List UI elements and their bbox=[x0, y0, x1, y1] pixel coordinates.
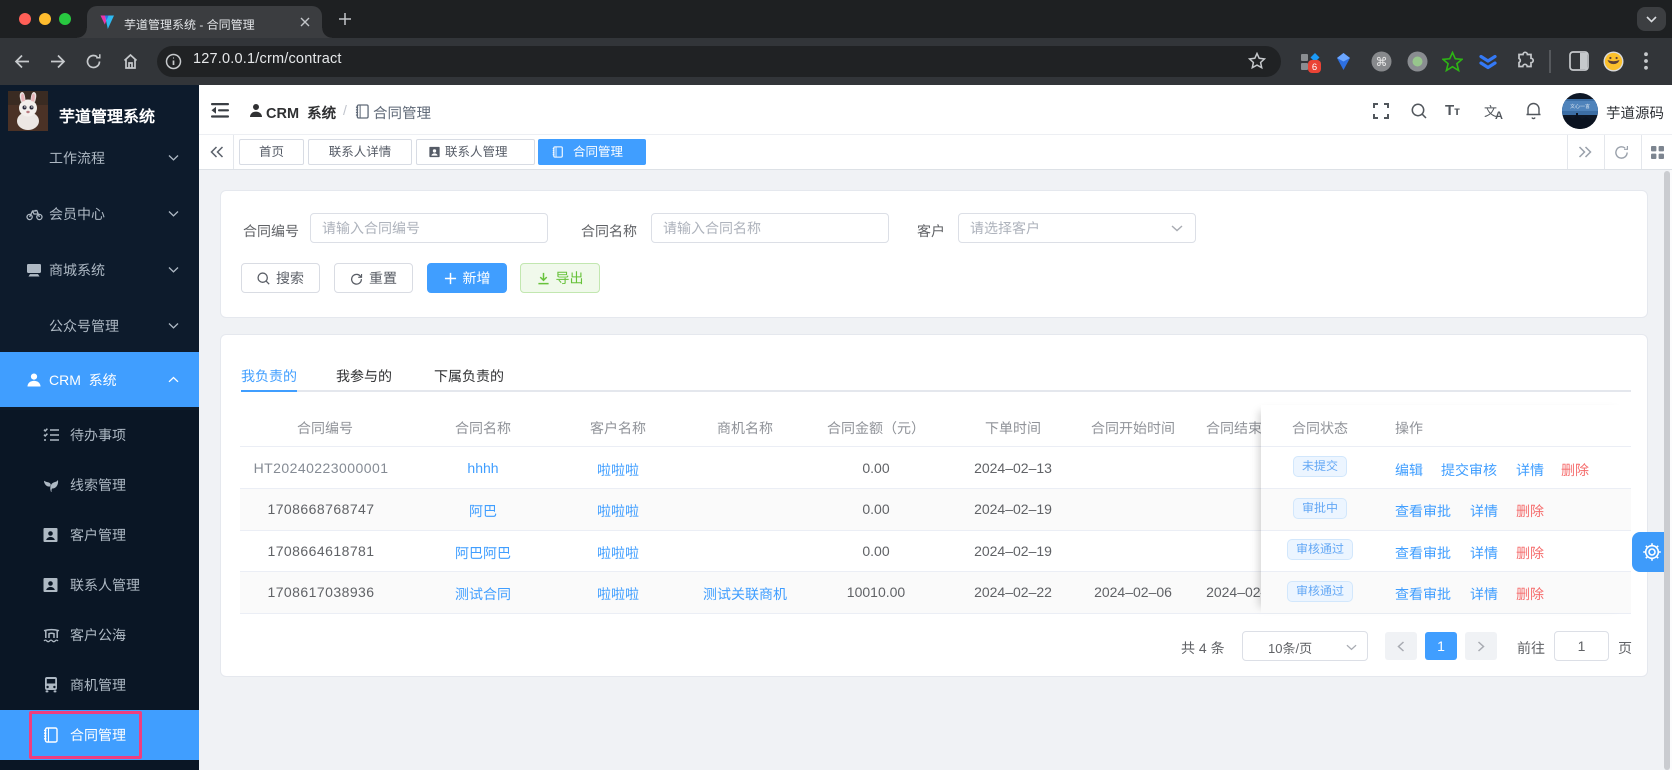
svg-text:6: 6 bbox=[1312, 62, 1317, 73]
svg-text:文心一言: 文心一言 bbox=[1570, 103, 1590, 110]
svg-text:⌘: ⌘ bbox=[1376, 55, 1388, 69]
